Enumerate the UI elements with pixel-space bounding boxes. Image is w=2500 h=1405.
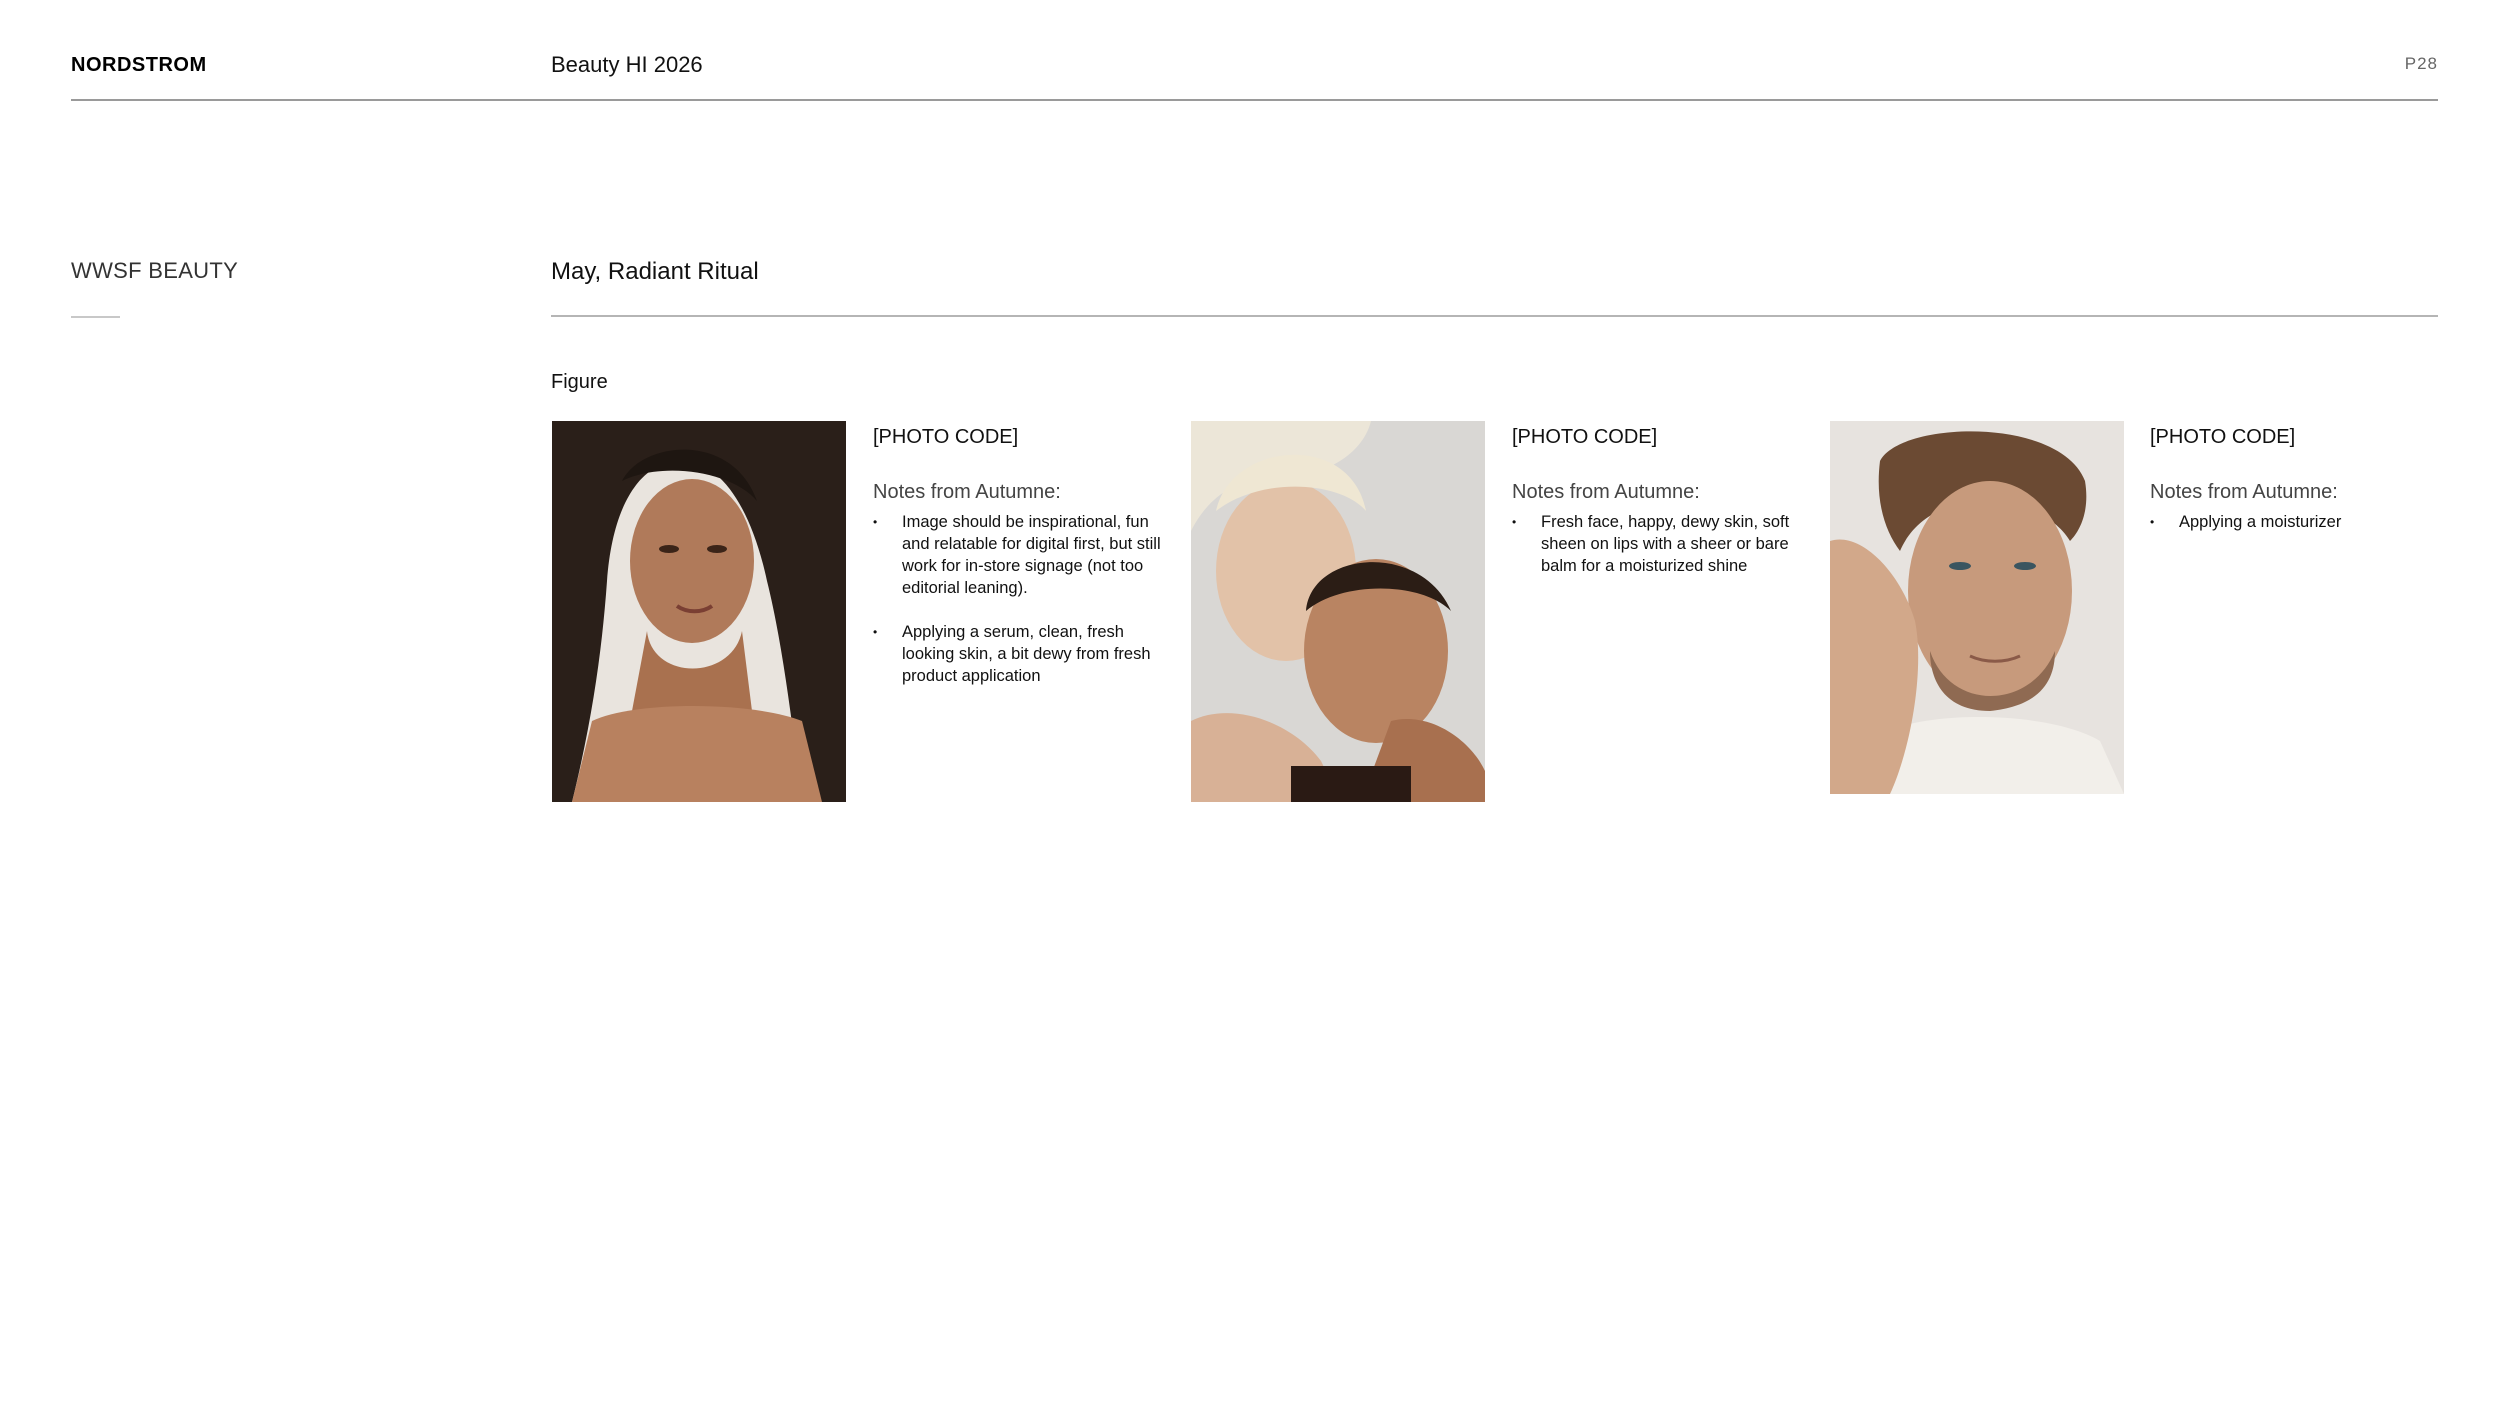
notes-heading: Notes from Autumne: — [873, 481, 1061, 503]
notes-list: Image should be inspirational, fun and r… — [873, 511, 1173, 687]
header-divider — [71, 99, 2438, 101]
photo-card-2-text: [PHOTO CODE] Notes from Autumne: Fresh f… — [1512, 421, 1812, 599]
photo-man-applying-moisturizer — [1830, 421, 2124, 794]
section-label-underline — [71, 316, 120, 318]
page-number: P28 — [2404, 54, 2438, 73]
section-title: May, Radiant Ritual — [551, 258, 759, 285]
notes-list: Fresh face, happy, dewy skin, soft sheen… — [1512, 511, 1812, 577]
notes-heading: Notes from Autumne: — [1512, 481, 1700, 503]
photo-code: [PHOTO CODE] — [1512, 426, 1658, 448]
notes-list: Applying a moisturizer — [2150, 511, 2450, 533]
photo-card-3-text: [PHOTO CODE] Notes from Autumne: Applyin… — [2150, 421, 2450, 555]
note-item: Fresh face, happy, dewy skin, soft sheen… — [1512, 511, 1812, 577]
photo-card-1-text: [PHOTO CODE] Notes from Autumne: Image s… — [873, 421, 1173, 709]
document-title: Beauty HI 2026 — [551, 52, 703, 77]
photo-woman-dark-hair — [552, 421, 846, 802]
notes-heading: Notes from Autumne: — [2150, 481, 2338, 503]
photo-two-women — [1191, 421, 1485, 802]
photo-code: [PHOTO CODE] — [2150, 426, 2296, 448]
brand-logo: NORDSTROM — [71, 54, 207, 76]
photo-code: [PHOTO CODE] — [873, 426, 1019, 448]
note-item: Image should be inspirational, fun and r… — [873, 511, 1173, 599]
note-item: Applying a moisturizer — [2150, 511, 2450, 533]
section-divider — [551, 315, 2438, 317]
figure-label: Figure — [551, 371, 608, 393]
section-label: WWSF BEAUTY — [71, 258, 239, 283]
note-item: Applying a serum, clean, fresh looking s… — [873, 621, 1173, 687]
